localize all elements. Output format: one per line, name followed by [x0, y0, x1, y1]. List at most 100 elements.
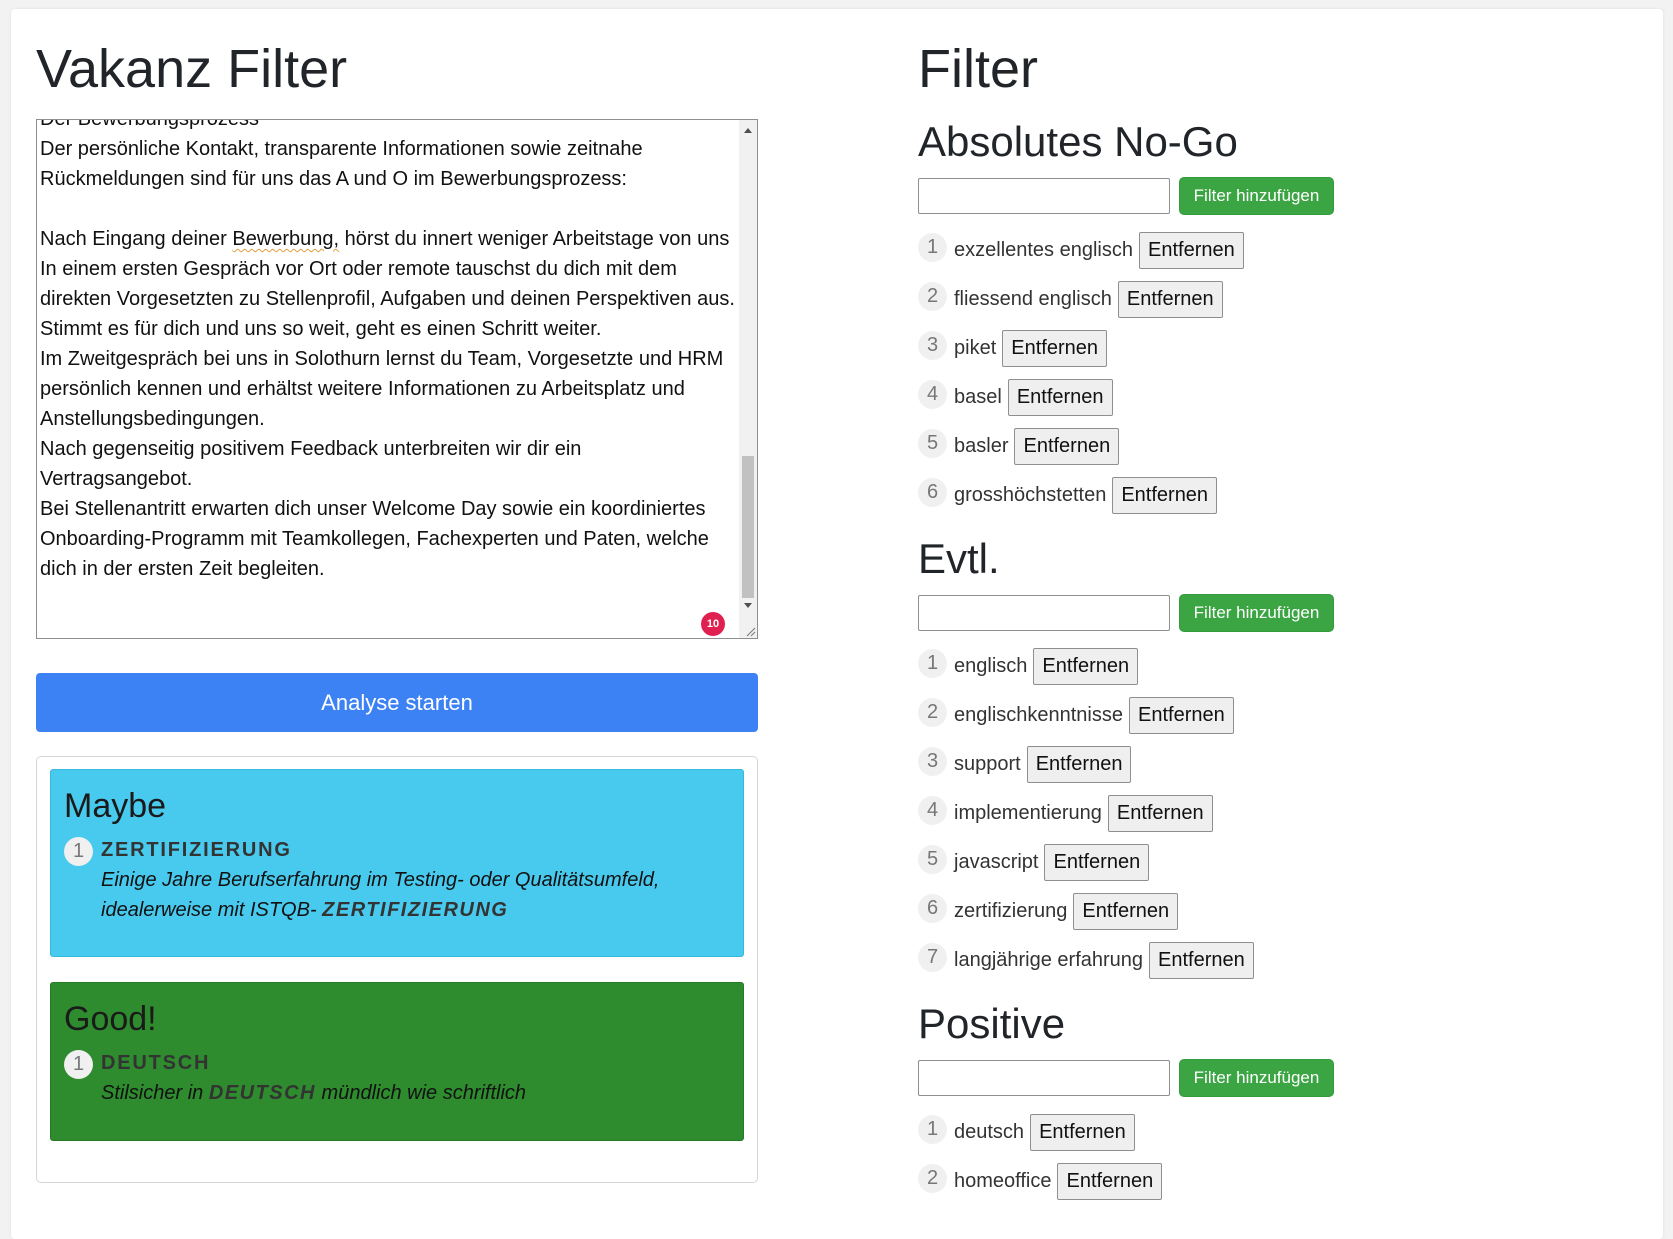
positive-filter-input[interactable] [918, 1060, 1170, 1096]
filter-item: 6 zertifizierung Entfernen [918, 887, 1254, 936]
result-keyword: DEUTSCH [101, 1051, 211, 1074]
no-go-filter-list: 1 exzellentes englisch Entfernen 2 fliessend… [918, 226, 1244, 520]
textarea-scrollbar[interactable] [739, 120, 757, 638]
filter-item-label: langjährige erfahrung [954, 949, 1144, 971]
remove-filter-button[interactable]: Entfernen [1030, 1114, 1135, 1151]
filter-item-number: 3 [918, 331, 947, 360]
evtl-filter-input[interactable] [918, 595, 1170, 631]
scrollbar-thumb[interactable] [742, 456, 754, 598]
evtl-filter-list: 1 englisch Entfernen 2 englischkenntnisse Ent… [918, 642, 1254, 985]
filter-item: 2 homeoffice Entfernen [918, 1157, 1163, 1206]
filter-item-number: 6 [918, 894, 947, 923]
scroll-up-arrow-icon[interactable] [744, 128, 752, 133]
filter-item-number: 5 [918, 429, 947, 458]
result-highlight: ZERTIFIZIERUNG [322, 898, 509, 921]
filter-item: 2 fliessend englisch Entfernen [918, 275, 1244, 324]
filter-item-number: 1 [918, 1115, 947, 1144]
textarea-line-7: Im Zweitgespräch bei uns in Solothurn le… [40, 348, 729, 430]
result-highlight: DEUTSCH [208, 1081, 316, 1104]
filter-item-label: implementierung [954, 802, 1102, 824]
filter-item-label: fliessend englisch [954, 288, 1112, 310]
result-keyword: ZERTIFIZIERUNG [101, 838, 292, 861]
filter-item-number: 1 [918, 233, 947, 262]
page-container: Vakanz Filter Der Bewerbungsprozess Der … [11, 9, 1663, 1239]
remove-filter-button[interactable]: Entfernen [1112, 477, 1218, 514]
no-go-add-filter-button[interactable]: Filter hinzufügen [1179, 177, 1334, 215]
filter-item-label: basler [954, 435, 1009, 457]
remove-filter-button[interactable]: Entfernen [1033, 648, 1139, 685]
textarea-line-5: In einem ersten Gespräch vor Ort oder re… [40, 258, 735, 310]
filter-item-number: 2 [918, 698, 947, 727]
section-title-no-go: Absolutes No-Go [918, 118, 1238, 165]
filter-item: 5 basler Entfernen [918, 422, 1244, 471]
remove-filter-button[interactable]: Entfernen [1117, 281, 1223, 318]
filter-item-number: 3 [918, 747, 947, 776]
filter-item-label: englisch [954, 655, 1028, 677]
filter-item-label: grosshöchstetten [954, 484, 1107, 506]
result-item: 1 DEUTSCH Stilsicher in DEUTSCH mündlich… [64, 1048, 730, 1108]
filter-item-label: deutsch [954, 1121, 1025, 1143]
textarea-content[interactable]: Der Bewerbungsprozess Der persönliche Ko… [40, 119, 735, 584]
filter-item-number: 2 [918, 1164, 947, 1193]
textarea-line-4: Nach Eingang deiner Bewerbung, hörst du … [40, 228, 730, 250]
result-number-badge: 1 [64, 836, 93, 866]
no-go-filter-input[interactable] [918, 178, 1170, 214]
filter-item-number: 4 [918, 380, 947, 409]
good-title: Good! [64, 1000, 157, 1038]
scroll-down-arrow-icon[interactable] [744, 603, 752, 608]
filter-item: 3 piket Entfernen [918, 324, 1244, 373]
filter-item: 3 support Entfernen [918, 740, 1254, 789]
textarea-line-9: Bei Stellenantritt erwarten dich unser W… [40, 498, 715, 580]
remove-filter-button[interactable]: Entfernen [1014, 428, 1120, 465]
result-sentence: Stilsicher in DEUTSCH mündlich wie schri… [101, 1081, 527, 1104]
textarea-line-8: Nach gegenseitig positivem Feedback unte… [40, 438, 587, 490]
filter-item: 6 grosshöchstetten Entfernen [918, 471, 1244, 520]
filter-item: 2 englischkenntnisse Entfernen [918, 691, 1254, 740]
maybe-title: Maybe [64, 787, 167, 825]
filter-item-label: basel [954, 386, 1002, 408]
filter-item-label: exzellentes englisch [954, 239, 1133, 261]
textarea-line-1: Der Bewerbungsprozess [40, 119, 259, 130]
evtl-add-filter-button[interactable]: Filter hinzufügen [1179, 594, 1334, 632]
filter-title: Filter [918, 39, 1038, 99]
remove-filter-button[interactable]: Entfernen [1139, 232, 1244, 269]
resize-grip-icon[interactable] [745, 626, 756, 637]
remove-filter-button[interactable]: Entfernen [1057, 1163, 1163, 1200]
remove-filter-button[interactable]: Entfernen [1026, 746, 1132, 783]
remove-filter-button[interactable]: Entfernen [1107, 795, 1213, 832]
filter-item-number: 4 [918, 796, 947, 825]
filter-item-label: zertifizierung [954, 900, 1068, 922]
filter-item-label: englischkenntnisse [954, 704, 1123, 726]
maybe-alert: Maybe 1 ZERTIFIZIERUNG Einige Jahre Beru… [50, 769, 744, 957]
job-description-textarea[interactable]: Der Bewerbungsprozess Der persönliche Ko… [36, 119, 758, 639]
remove-filter-button[interactable]: Entfernen [1129, 697, 1234, 734]
filter-item-number: 2 [918, 282, 947, 311]
remove-filter-button[interactable]: Entfernen [1044, 844, 1150, 881]
filter-item-label: homeoffice [954, 1170, 1052, 1192]
result-sentence: Einige Jahre Berufserfahrung im Testing-… [101, 868, 660, 921]
textarea-line-6: Stimmt es für dich und uns so weit, geht… [40, 318, 602, 340]
textarea-line-2: Der persönliche Kontakt, transparente In… [40, 138, 649, 190]
filter-item: 1 deutsch Entfernen [918, 1108, 1162, 1157]
good-alert: Good! 1 DEUTSCH Stilsicher in DEUTSCH mü… [50, 982, 744, 1141]
analyse-start-button[interactable]: Analyse starten [36, 673, 758, 732]
filter-item: 4 implementierung Entfernen [918, 789, 1254, 838]
results-card: Maybe 1 ZERTIFIZIERUNG Einige Jahre Beru… [36, 756, 758, 1183]
result-item: 1 ZERTIFIZIERUNG Einige Jahre Berufserfa… [64, 835, 730, 925]
filter-item: 4 basel Entfernen [918, 373, 1244, 422]
result-number-badge: 1 [64, 1049, 93, 1079]
remove-filter-button[interactable]: Entfernen [1073, 893, 1179, 930]
positive-filter-list: 1 deutsch Entfernen 2 homeoffice Entfernen [918, 1108, 1163, 1206]
filter-item: 1 englisch Entfernen [918, 642, 1254, 691]
filter-item-number: 5 [918, 845, 947, 874]
page-title: Vakanz Filter [36, 39, 348, 99]
remove-filter-button[interactable]: Entfernen [1007, 379, 1113, 416]
filter-item: 7 langjährige erfahrung Entfernen [918, 936, 1254, 985]
filter-item-number: 7 [918, 943, 947, 972]
char-count-badge: 10 [701, 612, 725, 636]
remove-filter-button[interactable]: Entfernen [1149, 942, 1254, 979]
remove-filter-button[interactable]: Entfernen [1002, 330, 1107, 367]
filter-item-label: support [954, 753, 1021, 775]
filter-item-label: javascript [954, 851, 1039, 873]
positive-add-filter-button[interactable]: Filter hinzufügen [1179, 1059, 1334, 1097]
